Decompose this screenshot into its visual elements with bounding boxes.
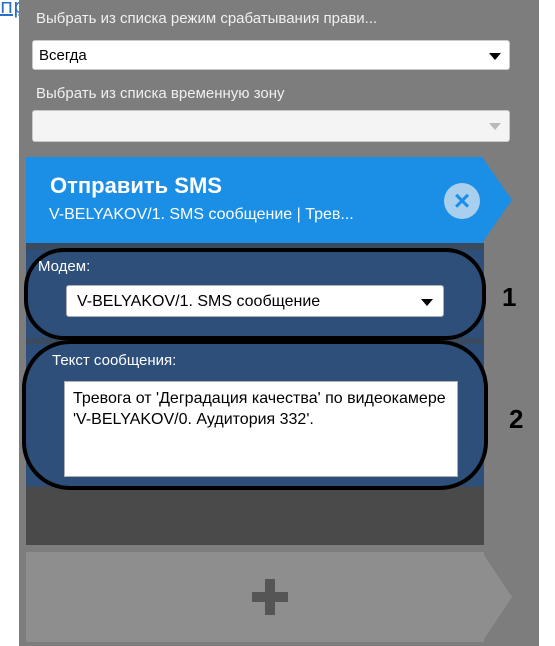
chevron-down-icon <box>489 123 501 130</box>
modem-select[interactable]: V-BELYAKOV/1. SMS сообщение <box>66 285 444 317</box>
timezone-label: Выбрать из списка временную зону <box>36 85 285 102</box>
modem-value: V-BELYAKOV/1. SMS сообщение <box>77 293 321 310</box>
trigger-mode-label: Выбрать из списка режим срабатывания пра… <box>36 10 378 27</box>
callout-number-2: 2 <box>509 404 524 434</box>
action-title: Отправить SMS <box>50 173 222 198</box>
timezone-select[interactable] <box>32 110 510 142</box>
add-button-arrow-tip <box>482 552 512 642</box>
plus-icon-bar <box>252 592 288 602</box>
trigger-mode-select[interactable]: Всегда <box>32 40 510 70</box>
message-label: Текст сообщения: <box>52 352 177 369</box>
callout-number-1: 1 <box>502 282 517 312</box>
header-arrow-tip <box>482 157 512 243</box>
chevron-down-icon <box>489 53 501 60</box>
action-subtitle: V-BELYAKOV/1. SMS сообщение | Трев... <box>49 206 354 223</box>
trigger-mode-value: Всегда <box>39 47 87 64</box>
close-icon[interactable]: × <box>444 183 480 219</box>
action-card-header[interactable] <box>26 157 484 243</box>
action-card-footer <box>26 487 484 545</box>
chevron-down-icon <box>421 299 433 306</box>
message-textarea[interactable]: Тревога от 'Деградация качества' по виде… <box>64 381 458 477</box>
modem-label: Модем: <box>38 258 91 275</box>
